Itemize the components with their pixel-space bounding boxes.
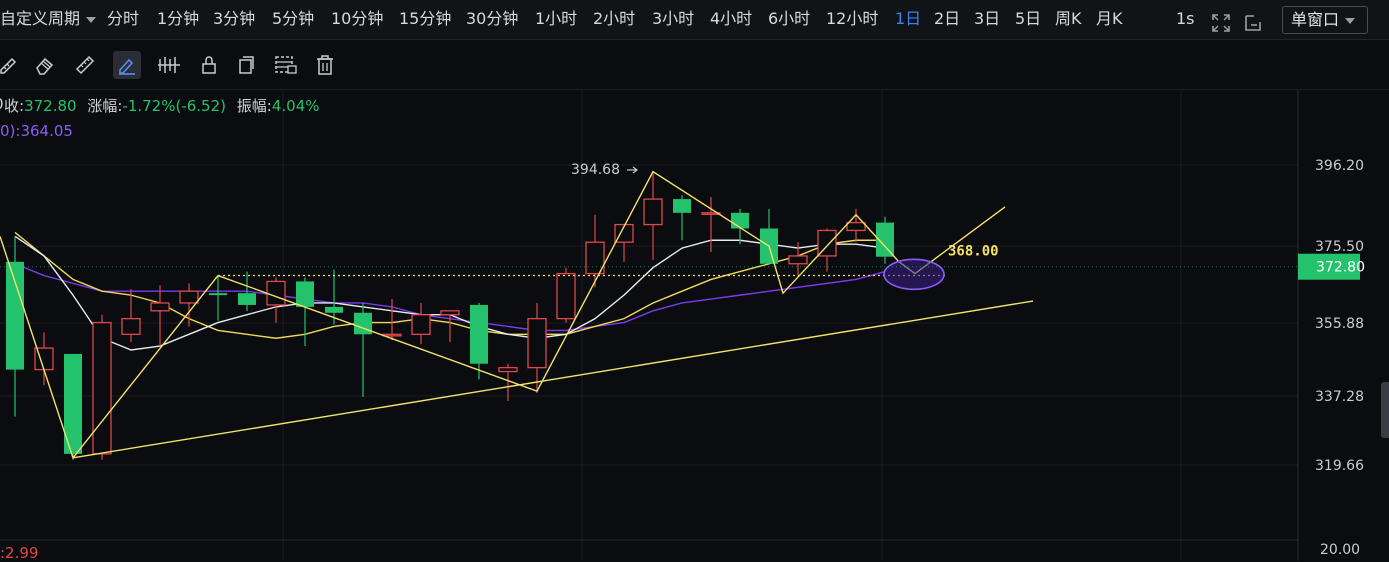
timeframe-tab-4[interactable]: 10分钟: [331, 0, 383, 38]
candle-body: [411, 314, 431, 335]
close-value: 372.80: [24, 97, 77, 115]
candle-body: [121, 317, 141, 335]
copy-icon[interactable]: [232, 51, 260, 79]
candle-body: [731, 212, 749, 229]
ma-info: 0):364.05: [0, 122, 73, 140]
timeframe-tab-17[interactable]: 周K: [1055, 0, 1082, 38]
chart-canvas[interactable]: 396.20 375.50 355.88 337.28 319.66 20.00 368.0…: [0, 90, 1389, 561]
window-mode-select[interactable]: 单窗口: [1282, 6, 1368, 34]
fullscreen-icon[interactable]: [1211, 9, 1231, 32]
volume-tick-label: 20.00: [1320, 542, 1360, 558]
timeframe-tab-14[interactable]: 2日: [934, 0, 960, 38]
amplitude-label: 振幅:: [236, 97, 272, 115]
candle-body: [179, 290, 199, 304]
current-price-label: 372.80: [1316, 260, 1365, 276]
volume-indicator-value: :2.99: [0, 544, 39, 562]
eraser-icon[interactable]: [30, 51, 58, 79]
timeframe-tab-12[interactable]: 12小时: [826, 0, 878, 38]
candlestick-chart[interactable]: 396.20 375.50 355.88 337.28 319.66 20.00 368.0…: [0, 90, 1389, 561]
candle-body: [788, 255, 808, 265]
timeframe-tab-3[interactable]: 5分钟: [272, 0, 314, 38]
candle-body: [470, 304, 488, 364]
interval-toggle[interactable]: 1s: [1176, 0, 1195, 38]
timeframe-tab-1[interactable]: 1分钟: [157, 0, 199, 38]
timeframe-tab-15[interactable]: 3日: [974, 0, 1000, 38]
candle-body: [6, 261, 24, 370]
custom-period-dropdown[interactable]: 自定义周期: [0, 0, 97, 38]
timeframe-tab-9[interactable]: 3小时: [652, 0, 694, 38]
candle-body: [238, 293, 256, 305]
ohlc-info: 收:372.80 涨幅:-1.72%(-6.52) 振幅:4.04%: [0, 95, 320, 116]
ruler-icon[interactable]: [71, 51, 99, 79]
chevron-down-icon: [1345, 17, 1356, 24]
ruler-pencil-icon[interactable]: [0, 51, 22, 79]
timeframe-tab-18[interactable]: 月K: [1096, 0, 1123, 38]
custom-period-label: 自定义周期: [0, 9, 81, 28]
timeframe-tab-6[interactable]: 30分钟: [466, 0, 518, 38]
timeframe-tab-13[interactable]: 1日: [895, 0, 921, 38]
candle-body: [498, 366, 518, 373]
candle-body: [846, 221, 866, 232]
candle-body: [296, 281, 314, 307]
timeframe-tab-5[interactable]: 15分钟: [399, 0, 451, 38]
price-level-label: 368.00: [948, 244, 999, 260]
timeframe-tab-16[interactable]: 5日: [1015, 0, 1041, 38]
chart-scroll-handle[interactable]: [1381, 382, 1389, 438]
chevron-down-icon: [86, 16, 97, 23]
y-tick-label: 337.28: [1315, 389, 1364, 405]
y-tick-label: 375.50: [1315, 239, 1364, 255]
ma-suffix: 0): [0, 122, 16, 140]
amplitude-value: 4.04%: [271, 97, 320, 115]
timeframe-tab-11[interactable]: 6小时: [768, 0, 810, 38]
candle-body: [643, 198, 663, 226]
window-mode-label: 单窗口: [1291, 10, 1340, 29]
timeframe-tab-10[interactable]: 4小时: [710, 0, 752, 38]
target-ellipse: [883, 258, 945, 291]
candle-body: [92, 321, 112, 455]
window-shrink-icon[interactable]: [1243, 9, 1263, 31]
close-label: 收:: [4, 97, 25, 115]
zigzag-drawing: [0, 170, 1006, 460]
timeframe-tab-7[interactable]: 1小时: [535, 0, 577, 38]
timeframe-tab-2[interactable]: 3分钟: [213, 0, 255, 38]
y-tick-label: 396.20: [1315, 158, 1364, 174]
change-label: 涨幅:: [87, 97, 123, 115]
ma-value: :364.05: [15, 122, 73, 140]
candle-body: [325, 306, 343, 313]
candle-body: [527, 317, 547, 369]
grid-lock-icon[interactable]: [272, 51, 300, 79]
trash-icon[interactable]: [311, 51, 339, 79]
candle-body: [556, 272, 576, 320]
candle-body: [673, 199, 691, 213]
candle-body: [209, 293, 227, 296]
y-tick-label: 355.88: [1315, 316, 1364, 332]
high-price-label: 394.68: [571, 162, 620, 178]
trend-line: [72, 300, 1034, 459]
timeframe-tab-8[interactable]: 2小时: [593, 0, 635, 38]
pen-icon[interactable]: [113, 51, 141, 79]
candle-body: [266, 280, 286, 306]
y-tick-label: 319.66: [1315, 458, 1364, 474]
timeframe-bar: 自定义周期 分时 1分钟 3分钟 5分钟 10分钟 15分钟 30分钟 1小时 2小时 3小时 4小…: [0, 0, 1389, 40]
drawing-toolbar: [0, 40, 1389, 90]
timeframe-tab-0[interactable]: 分时: [107, 0, 139, 38]
candle-body: [440, 310, 460, 316]
change-value: -1.72%(-6.52): [122, 97, 226, 115]
lock-icon[interactable]: [195, 51, 223, 79]
ohlc-prefix: 0: [0, 95, 4, 113]
measure-icon[interactable]: [155, 51, 183, 79]
candle-body: [150, 302, 170, 312]
